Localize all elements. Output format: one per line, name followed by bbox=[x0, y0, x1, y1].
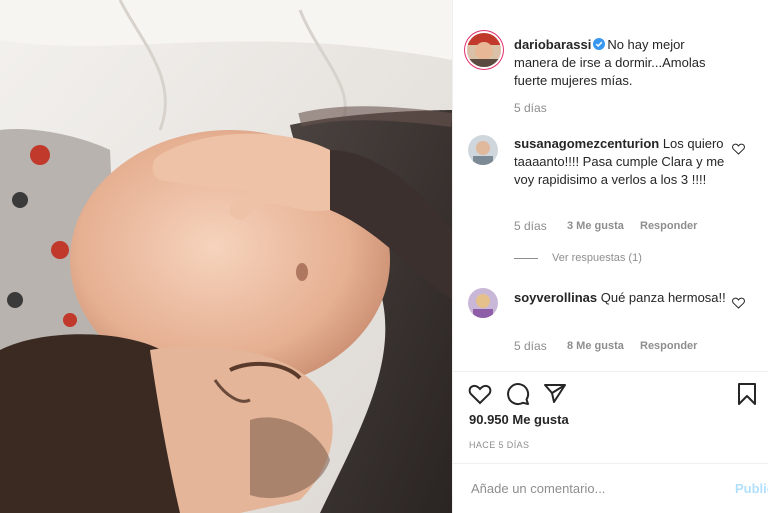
comment-2-reply-button[interactable]: Responder bbox=[640, 340, 697, 352]
verified-badge-icon bbox=[593, 38, 606, 50]
author-avatar-image bbox=[467, 33, 501, 67]
likes-count[interactable]: 90.950 Me gusta bbox=[469, 412, 569, 427]
comment-2-likes[interactable]: 8 Me gusta bbox=[567, 340, 624, 352]
view-replies-label: Ver respuestas (1) bbox=[552, 252, 642, 264]
comment-1-time[interactable]: 5 días bbox=[514, 219, 547, 233]
publish-button[interactable]: Publicar bbox=[735, 481, 768, 496]
post-photo-illustration bbox=[0, 0, 452, 513]
add-comment-input[interactable] bbox=[469, 480, 703, 497]
comment-box-divider bbox=[453, 463, 768, 464]
comment-2-like-heart-icon[interactable] bbox=[732, 297, 745, 309]
comment-2: soyverollinas Qué panza hermosa!! bbox=[514, 289, 729, 307]
comment-bubble-icon[interactable] bbox=[506, 382, 530, 406]
view-replies-button[interactable]: Ver respuestas (1) bbox=[514, 252, 642, 264]
bookmark-icon[interactable] bbox=[735, 382, 759, 406]
comment-2-time[interactable]: 5 días bbox=[514, 339, 547, 353]
comment-2-username[interactable]: soyverollinas bbox=[514, 290, 597, 305]
author-avatar[interactable] bbox=[467, 33, 501, 67]
comment-1: susanagomezcenturion Los quiero taaaanto… bbox=[514, 135, 729, 189]
post-photo[interactable] bbox=[0, 0, 452, 513]
commenter-avatar-image bbox=[468, 135, 498, 165]
caption-time[interactable]: 5 días bbox=[514, 101, 547, 115]
actions-divider bbox=[453, 371, 768, 372]
comment-1-like-heart-icon[interactable] bbox=[732, 143, 745, 155]
comment-1-likes[interactable]: 3 Me gusta bbox=[567, 220, 624, 232]
comment-1-reply-button[interactable]: Responder bbox=[640, 220, 697, 232]
posted-time[interactable]: HACE 5 DÍAS bbox=[469, 440, 529, 450]
comment-2-text: Qué panza hermosa!! bbox=[600, 290, 726, 305]
post-caption: dariobarassi No hay mejor manera de irse … bbox=[514, 36, 729, 90]
share-icon[interactable] bbox=[543, 382, 567, 406]
post-details-panel: dariobarassi No hay mejor manera de irse … bbox=[452, 0, 768, 513]
caption-author-username[interactable]: dariobarassi bbox=[514, 37, 591, 52]
commenter-avatar-image bbox=[468, 288, 498, 318]
commenter-avatar[interactable] bbox=[468, 135, 498, 165]
commenter-avatar[interactable] bbox=[468, 288, 498, 318]
heart-icon[interactable] bbox=[468, 382, 492, 406]
comment-1-username[interactable]: susanagomezcenturion bbox=[514, 136, 659, 151]
replies-divider-line bbox=[514, 257, 538, 259]
